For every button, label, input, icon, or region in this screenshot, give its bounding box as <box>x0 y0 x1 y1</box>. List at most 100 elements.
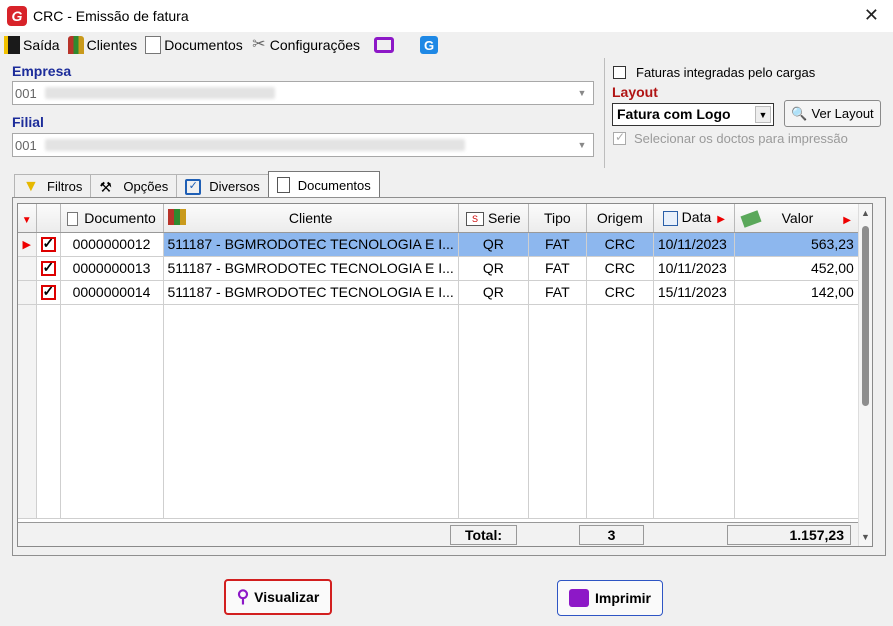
chevron-down-icon[interactable]: ▼ <box>573 84 591 102</box>
tab-opcoes-label: Opções <box>123 179 169 194</box>
cell-cliente: 511187 - BGMRODOTEC TECNOLOGIA E I... <box>163 280 459 305</box>
cell-valor: 142,00 <box>734 280 859 305</box>
cell-cliente: 511187 - BGMRODOTEC TECNOLOGIA E I... <box>163 256 459 281</box>
tab-strip: ▼ Filtros ⚒ Opções ✓ Diversos Documentos <box>14 171 380 198</box>
faturas-integradas-checkbox[interactable] <box>613 66 626 79</box>
cell-origem: CRC <box>586 280 654 305</box>
layout-value: Fatura com Logo <box>617 106 731 122</box>
vertical-scrollbar[interactable]: ▲ ▼ <box>858 204 872 546</box>
row-checkbox[interactable] <box>36 232 61 257</box>
cell-tipo: FAT <box>528 256 587 281</box>
table-row[interactable]: 0000000013 511187 - BGMRODOTEC TECNOLOGI… <box>18 256 859 281</box>
col-data-label: Data <box>681 209 712 226</box>
chevron-down-icon[interactable]: ▼ <box>573 136 591 154</box>
table-row[interactable]: ▶ 0000000012 511187 - BGMRODOTEC TECNOLO… <box>18 232 859 257</box>
visualizar-button[interactable]: ⚲ Visualizar <box>224 579 332 615</box>
serie-icon: S <box>465 211 484 226</box>
cell-origem: CRC <box>586 256 654 281</box>
menu-clientes[interactable]: Clientes <box>67 36 138 54</box>
chevron-down-icon[interactable]: ▼ <box>755 106 771 123</box>
empty-row <box>18 304 859 519</box>
tab-diversos[interactable]: ✓ Diversos <box>176 174 269 198</box>
g-logo-icon: G <box>420 36 439 54</box>
document-icon <box>67 211 79 226</box>
layout-label: Layout <box>612 84 658 100</box>
col-valor-label: Valor <box>781 209 814 226</box>
close-icon[interactable]: ✕ <box>864 5 879 26</box>
clients-icon <box>167 209 186 225</box>
cell-serie: QR <box>458 280 529 305</box>
cell-data: 15/11/2023 <box>653 280 735 305</box>
tab-diversos-label: Diversos <box>209 179 260 194</box>
g-button[interactable]: G <box>402 36 439 54</box>
settings-icon: ✂ <box>252 36 266 53</box>
cell-tipo: FAT <box>528 280 587 305</box>
visualizar-label: Visualizar <box>254 589 320 605</box>
tab-documentos-label: Documentos <box>297 177 371 193</box>
documents-panel: ▼ Documento Cliente S Serie Tipo Origem D… <box>12 197 886 556</box>
table-row[interactable]: 0000000014 511187 - BGMRODOTEC TECNOLOGI… <box>18 280 859 305</box>
tab-opcoes[interactable]: ⚒ Opções <box>90 174 178 198</box>
row-checkbox[interactable] <box>36 280 61 305</box>
col-documento[interactable]: Documento <box>60 204 164 233</box>
menu-saida-label: Saída <box>23 37 60 53</box>
tab-filtros[interactable]: ▼ Filtros <box>14 174 92 198</box>
menu-bar: Saída Clientes Documentos ✂ Configuraçõe… <box>0 32 893 58</box>
empresa-label: Empresa <box>12 63 72 79</box>
check-header[interactable] <box>36 204 61 233</box>
selecionar-doctos-option[interactable]: Selecionar os doctos para impressão <box>613 130 848 146</box>
cell-documento: 0000000014 <box>60 280 164 305</box>
monitor-icon <box>374 37 395 53</box>
col-tipo[interactable]: Tipo <box>528 204 587 233</box>
tab-documentos[interactable]: Documentos <box>267 171 380 198</box>
col-origem[interactable]: Origem <box>586 204 654 233</box>
scroll-up-icon[interactable]: ▲ <box>861 208 870 218</box>
imprimir-button[interactable]: Imprimir <box>557 580 663 616</box>
clients-icon <box>67 36 84 54</box>
selecionar-doctos-label: Selecionar os doctos para impressão <box>634 131 848 146</box>
cell-data: 10/11/2023 <box>653 256 735 281</box>
layout-select[interactable]: Fatura com Logo ▼ <box>612 103 774 126</box>
grid-footer: Total: 3 1.157,23 <box>18 522 860 546</box>
indicator-header[interactable]: ▼ <box>18 204 37 233</box>
cell-documento: 0000000012 <box>60 232 164 257</box>
filial-redacted <box>44 139 465 151</box>
monitor-button[interactable] <box>368 37 395 53</box>
ver-layout-button[interactable]: 🔍 Ver Layout <box>784 100 881 127</box>
menu-documentos-label: Documentos <box>164 37 243 53</box>
document-icon <box>276 177 290 193</box>
menu-configuracoes[interactable]: ✂ Configurações <box>251 36 360 54</box>
sort-right-icon: ▶ <box>843 214 851 226</box>
row-indicator <box>18 256 37 281</box>
empresa-combo[interactable]: 001 ▼ <box>12 81 594 105</box>
selecionar-doctos-checkbox[interactable] <box>613 130 626 145</box>
imprimir-label: Imprimir <box>594 590 651 606</box>
col-origem-label: Origem <box>596 209 643 226</box>
faturas-integradas-option[interactable]: Faturas integradas pelo cargas <box>613 65 815 80</box>
app-logo-icon: G <box>7 6 27 26</box>
filter-icon: ▼ <box>23 177 39 195</box>
scroll-thumb[interactable] <box>862 226 869 406</box>
printer-icon <box>568 589 589 607</box>
cell-data: 10/11/2023 <box>653 232 735 257</box>
col-documento-label: Documento <box>84 209 156 226</box>
col-cliente-label: Cliente <box>288 209 333 226</box>
row-checkbox[interactable] <box>36 256 61 281</box>
scroll-down-icon[interactable]: ▼ <box>861 532 870 542</box>
documents-grid: ▼ Documento Cliente S Serie Tipo Origem D… <box>17 203 873 547</box>
col-valor[interactable]: Valor ▶ <box>734 204 859 233</box>
magnifier-icon: ⚲ <box>236 587 250 606</box>
menu-documentos[interactable]: Documentos <box>145 36 243 54</box>
money-icon <box>740 210 762 228</box>
menu-clientes-label: Clientes <box>86 37 138 53</box>
filial-combo[interactable]: 001 ▼ <box>12 133 594 157</box>
cell-serie: QR <box>458 232 529 257</box>
menu-configuracoes-label: Configurações <box>269 37 361 53</box>
col-data[interactable]: Data ▶ <box>653 204 735 233</box>
col-serie[interactable]: S Serie <box>458 204 529 233</box>
cell-documento: 0000000013 <box>60 256 164 281</box>
cell-valor: 452,00 <box>734 256 859 281</box>
menu-saida[interactable]: Saída <box>4 36 60 54</box>
col-cliente[interactable]: Cliente <box>163 204 459 233</box>
calendar-icon <box>662 211 678 227</box>
